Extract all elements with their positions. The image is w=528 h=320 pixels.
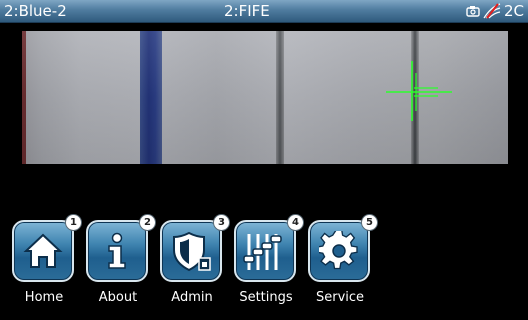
badge-3: 3 [213, 214, 230, 231]
admin-label: Admin [171, 290, 213, 305]
settings-label: Settings [239, 290, 293, 305]
admin-tile[interactable] [160, 220, 222, 282]
admin-button[interactable]: 3 Admin [158, 214, 230, 305]
camera-view[interactable] [22, 31, 508, 164]
mode-label: 2:FIFE [224, 2, 270, 20]
line-name-label: 2:Blue-2 [4, 2, 67, 20]
status-indicators: 2C [466, 0, 524, 22]
about-label: About [98, 290, 138, 305]
about-button[interactable]: 2 About [84, 214, 156, 305]
crosshair-icon [386, 59, 452, 129]
home-label: Home [24, 290, 64, 305]
badge-2: 2 [139, 214, 156, 231]
badge-5: 5 [361, 214, 378, 231]
signal-off-icon [482, 3, 502, 19]
service-button[interactable]: 5 Service [306, 214, 378, 305]
about-tile[interactable] [86, 220, 148, 282]
channel-label: 2C [503, 2, 524, 20]
service-label: Service [315, 290, 365, 305]
settings-button[interactable]: 4 Settings [232, 214, 304, 305]
status-bar: 2:Blue-2 2:FIFE 2C [0, 0, 528, 23]
service-tile[interactable] [308, 220, 370, 282]
camera-icon [466, 5, 480, 17]
badge-4: 4 [287, 214, 304, 231]
home-button[interactable]: 1 Home [10, 214, 82, 305]
badge-1: 1 [65, 214, 82, 231]
settings-tile[interactable] [234, 220, 296, 282]
home-tile[interactable] [12, 220, 74, 282]
